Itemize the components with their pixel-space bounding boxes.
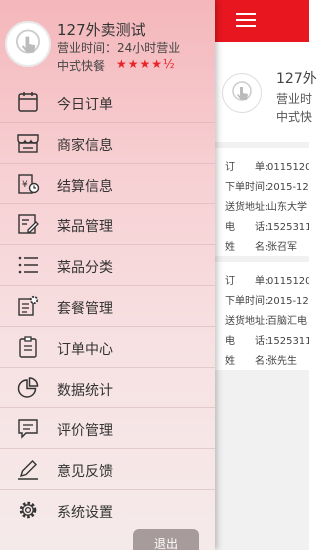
shop-type: 中式快餐 [57, 59, 106, 73]
menu-item-label: 数据统计 [57, 382, 113, 399]
touch-hand-icon [16, 29, 40, 54]
edit-document-icon [18, 214, 39, 235]
menu-item-statistics[interactable]: 数据统计 [0, 368, 215, 409]
top-bar [215, 0, 309, 42]
menu-item-label: 菜品分类 [57, 260, 113, 277]
pen-icon [18, 460, 38, 480]
shop-avatar[interactable] [5, 21, 51, 67]
pie-chart-icon [17, 376, 39, 398]
order-phone-row: 电 话:1525311 [225, 336, 309, 347]
menu-item-label: 订单中心 [57, 341, 113, 358]
menu-item-feedback[interactable]: 意见反馈 [0, 449, 215, 490]
touch-hand-icon [232, 81, 252, 101]
main-shop-type: 中式快 [276, 110, 313, 124]
shop-logo [222, 73, 262, 113]
menu-item-order-center[interactable]: 订单中心 [0, 327, 215, 368]
order-time-row: 下单时间:2015-12 [225, 296, 309, 307]
menu-item-label: 菜品管理 [57, 219, 113, 236]
menu-item-label: 商家信息 [57, 137, 113, 154]
order-time-row: 下单时间:2015-12 [225, 182, 309, 193]
order-card[interactable]: 订 单:0115120 下单时间:2015-12 送货地址:山东大学 电 话:1… [215, 148, 309, 256]
package-settings-icon [18, 295, 39, 316]
order-phone-row: 电 话:1525311 [225, 222, 309, 233]
svg-text:¥: ¥ [22, 180, 28, 190]
menu-item-label: 套餐管理 [57, 300, 113, 317]
menu-item-dish-category[interactable]: 菜品分类 [0, 245, 215, 286]
comment-icon [18, 419, 38, 440]
menu-item-dish-management[interactable]: 菜品管理 [0, 204, 215, 246]
menu-item-label: 今日订单 [57, 97, 113, 113]
menu-item-label: 系统设置 [57, 504, 113, 521]
order-number-row: 订 单:0115120 [225, 162, 309, 173]
order-address-row: 送货地址:山东大学 [225, 202, 307, 213]
menu-item-settings[interactable]: 系统设置 [0, 490, 215, 531]
menu-hamburger-icon[interactable] [236, 13, 256, 29]
list-icon [18, 256, 38, 274]
rating-stars: ★★★★½ [116, 57, 176, 71]
logout-button[interactable]: 退出 [133, 529, 199, 550]
store-icon [17, 134, 39, 153]
order-number-row: 订 单:0115120 [225, 276, 309, 287]
clipboard-icon [19, 336, 37, 358]
main-shop-name: 127外 [276, 71, 317, 87]
order-address-row: 送货地址:百脑汇电 [225, 316, 307, 327]
menu-item-label: 评价管理 [57, 423, 113, 440]
order-name-row: 姓 名:张先生 [225, 356, 297, 367]
menu-item-package-management[interactable]: 套餐管理 [0, 286, 215, 327]
menu-item-shop-info[interactable]: 商家信息 [0, 123, 215, 164]
navigation-drawer: 127外卖测试 营业时间：24小时营业 中式快餐 ★★★★½ 今日订单 商家信息 [0, 0, 215, 550]
shop-hours: 营业时间：24小时营业 [57, 41, 181, 55]
menu-item-label: 意见反馈 [57, 464, 113, 481]
menu-item-label: 结算信息 [57, 178, 113, 195]
menu-item-today-orders[interactable]: 今日订单 [0, 82, 215, 123]
menu-item-reviews[interactable]: 评价管理 [0, 408, 215, 450]
settlement-icon: ¥ [18, 173, 40, 194]
order-name-row: 姓 名:张召军 [225, 242, 297, 253]
order-card[interactable]: 订 单:0115120 下单时间:2015-12 送货地址:百脑汇电 电 话:1… [215, 262, 309, 370]
menu-item-settlement[interactable]: ¥ 结算信息 [0, 164, 215, 205]
shop-name: 127外卖测试 [57, 21, 146, 39]
gear-icon [19, 501, 37, 519]
calendar-icon [18, 92, 38, 112]
main-shop-hours: 营业时 [276, 92, 313, 106]
drawer-menu: 今日订单 商家信息 ¥ 结算信息 菜品管理 菜品分类 套餐管理 订单中心 数据统… [0, 82, 215, 531]
